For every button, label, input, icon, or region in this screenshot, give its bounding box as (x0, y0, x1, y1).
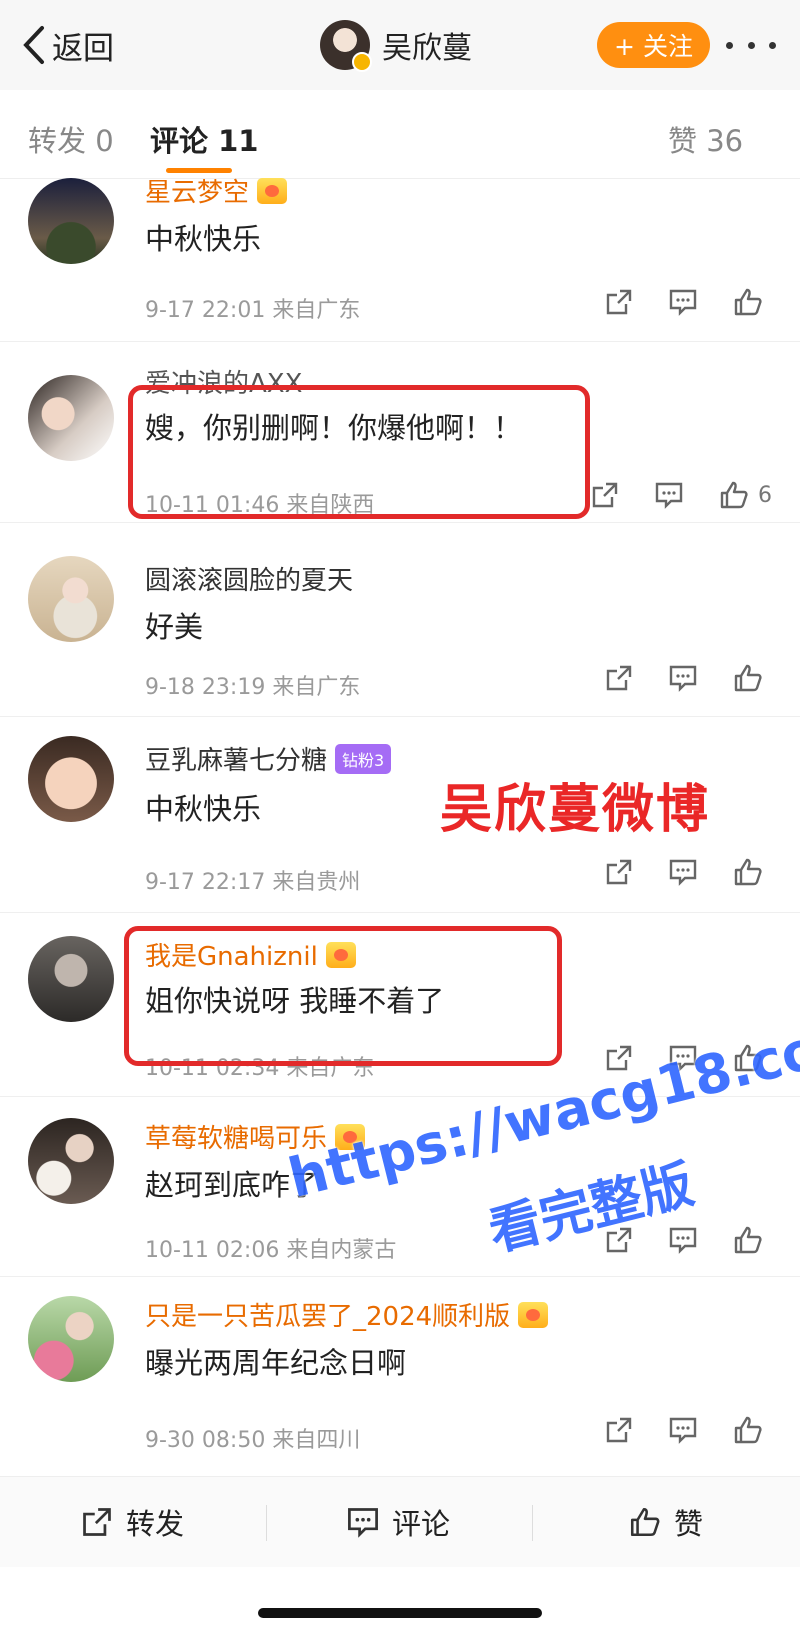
reply-button[interactable] (668, 1225, 698, 1255)
comment-actions (604, 286, 772, 318)
repost-button[interactable] (604, 857, 634, 887)
share-icon (592, 482, 618, 508)
thumbs-up-icon (720, 481, 748, 509)
share-icon (606, 289, 632, 315)
thumbs-up-icon (734, 1226, 762, 1254)
divider (532, 1505, 533, 1541)
like-button[interactable] (732, 1224, 772, 1256)
like-button[interactable] (732, 1414, 772, 1446)
verified-badge-icon (352, 52, 372, 72)
follow-button[interactable]: + 关注 (597, 22, 710, 68)
avatar[interactable] (28, 936, 114, 1022)
highlight-box (124, 926, 562, 1066)
comment-meta: 9-30 08:50 来自四川 (145, 1428, 361, 1453)
avatar[interactable] (28, 736, 114, 822)
reply-button[interactable] (668, 1415, 698, 1445)
comment-meta: 9-17 22:17 来自贵州 (145, 870, 361, 895)
thumbs-up-icon (734, 1416, 762, 1444)
tab-comments[interactable]: 评论 11 (150, 118, 258, 160)
reply-button[interactable] (668, 663, 698, 693)
like-button[interactable] (732, 662, 772, 694)
comment-icon (669, 665, 697, 692)
more-icon[interactable] (726, 31, 776, 59)
comment-actions (604, 856, 772, 888)
thumbs-up-icon (734, 858, 762, 886)
top-bar: 返回 吴欣蔓 + 关注 (0, 0, 800, 90)
reply-button[interactable] (668, 857, 698, 887)
avatar[interactable] (28, 375, 114, 461)
divider (266, 1505, 267, 1541)
tab-repost[interactable]: 转发 0 (28, 118, 114, 160)
thumbs-up-icon (734, 664, 762, 692)
repost-button[interactable] (590, 480, 620, 510)
author-header[interactable]: 吴欣蔓 (320, 20, 472, 72)
comment-item: 圆滚滚圆脸的夏天 好美 9-18 23:19 来自广东 (0, 536, 800, 717)
thumbs-up-icon (630, 1507, 660, 1537)
avatar[interactable] (320, 20, 372, 72)
home-indicator[interactable] (258, 1608, 542, 1618)
comment-actions (604, 662, 772, 694)
comment-text: 好美 (145, 610, 204, 644)
repost-button[interactable] (604, 287, 634, 317)
bottom-repost-button[interactable]: 转发 (80, 1499, 184, 1545)
comment-text: 中秋快乐 (145, 792, 262, 826)
reply-button[interactable] (668, 287, 698, 317)
fan-level-badge: 钻粉3 (335, 743, 392, 774)
share-icon (606, 665, 632, 691)
author-name[interactable]: 吴欣蔓 (382, 23, 472, 67)
comment-actions (604, 1414, 772, 1446)
comment-meta: 9-18 23:19 来自广东 (145, 675, 361, 700)
like-button[interactable]: 6 (718, 479, 772, 511)
watermark-title: 吴欣蔓微博 (440, 780, 711, 840)
comment-item: 星云梦空 中秋快乐 9-17 22:01 来自广东 (0, 177, 800, 342)
comment-meta: 9-17 22:01 来自广东 (145, 298, 361, 323)
comment-icon (669, 289, 697, 316)
comment-author[interactable]: 只是一只苦瓜罢了_2024顺利版 (145, 1296, 549, 1333)
repost-button[interactable] (604, 663, 634, 693)
comment-icon (669, 1227, 697, 1254)
comment-actions: 6 (590, 479, 772, 511)
tab-bar: 转发 0 评论 11 赞 36 (0, 90, 800, 179)
avatar[interactable] (28, 1296, 114, 1382)
chevron-left-icon (23, 26, 44, 64)
comment-icon (669, 859, 697, 886)
like-button[interactable] (732, 856, 772, 888)
bottom-action-bar: 转发 评论 赞 (0, 1476, 800, 1567)
vip-crown-icon (257, 177, 288, 204)
comment-text: 曝光两周年纪念日啊 (145, 1346, 407, 1380)
comment-author[interactable]: 圆滚滚圆脸的夏天 (145, 560, 353, 597)
bottom-comment-button[interactable]: 评论 (346, 1499, 450, 1545)
vip-crown-icon (518, 1301, 549, 1328)
comment-icon (655, 482, 683, 509)
comment-meta: 10-11 02:06 来自内蒙古 (145, 1238, 397, 1263)
comment-author[interactable]: 豆乳麻薯七分糖 钻粉3 (145, 740, 392, 777)
avatar[interactable] (28, 556, 114, 642)
repost-button[interactable] (604, 1415, 634, 1445)
comment-item: 只是一只苦瓜罢了_2024顺利版 曝光两周年纪念日啊 9-30 08:50 来自… (0, 1276, 800, 1476)
highlight-box (128, 385, 590, 519)
avatar[interactable] (28, 1118, 114, 1204)
share-icon (606, 1417, 632, 1443)
avatar[interactable] (28, 178, 114, 264)
like-button[interactable] (732, 286, 772, 318)
share-icon (606, 859, 632, 885)
comment-icon (348, 1508, 378, 1538)
back-button[interactable]: 返回 (22, 22, 114, 68)
reply-button[interactable] (654, 480, 684, 510)
bottom-like-button[interactable]: 赞 (628, 1499, 703, 1545)
tab-likes[interactable]: 赞 36 (668, 118, 743, 160)
comment-text: 中秋快乐 (145, 222, 262, 256)
comment-icon (669, 1417, 697, 1444)
share-icon (83, 1508, 111, 1536)
back-label: 返回 (52, 30, 114, 67)
comment-author[interactable]: 星云梦空 (145, 172, 288, 209)
thumbs-up-icon (734, 288, 762, 316)
